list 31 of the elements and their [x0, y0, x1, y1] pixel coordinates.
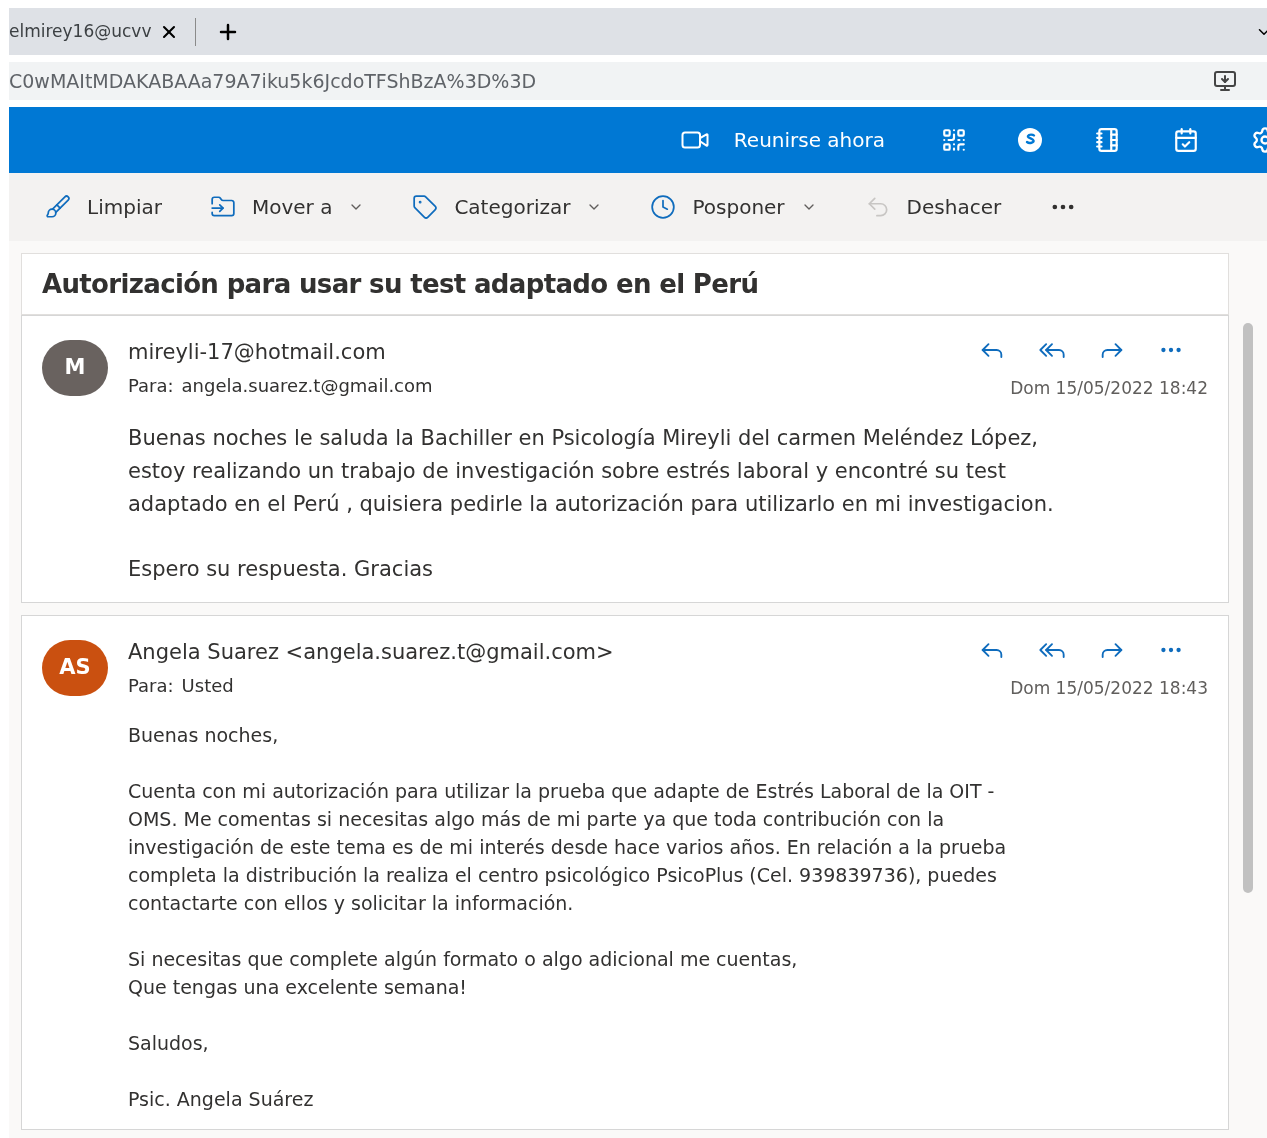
message-paragraph: Psic. Angela Suárez — [128, 1087, 315, 1112]
email-subject: Autorización para usar su test adaptado en el Perú — [42, 267, 759, 301]
toolbar-button[interactable]: Categorizar — [412, 192, 603, 222]
message-paragraph: Cuenta con mi autorización para utilizar la prueba que adapte de Estrés Laboral de la OIT - OMS. Me comentas si necesitas algo más de mi parte ya que toda contribución con la investigación de este tema es de mi interés desde hace varios años. En relación a la prueba completa la distribución la realiza el centro psicológico PsicoPlus (Cel. 939839736), puedes contactarte con ellos y solicitar la información. — [128, 779, 1008, 916]
message-paragraph: Buenas noches, — [128, 723, 280, 748]
install-icon[interactable] — [1213, 69, 1237, 93]
avatar: M — [42, 340, 108, 396]
message-paragraph: Saludos, — [128, 1031, 210, 1056]
message-paragraph: Buenas noches le saluda la Bachiller en Psicología Mireyli del carmen Meléndez López, estoy realizando un trabajo de investigación sobre estrés laboral y encontré su test adaptado en el Perú , quisiera pedirle la autorización para utilizarlo en mi investigacion. — [128, 424, 1055, 518]
browser-tab-title[interactable]: elmirey16@ucvv — [9, 18, 152, 45]
recipient: angela.suarez.t@gmail.com — [181, 374, 433, 398]
sender: Angela Suarez <angela.suarez.t@gmail.com> — [128, 638, 614, 666]
toolbar-button[interactable]: Limpiar — [45, 192, 162, 222]
toolbar-button[interactable]: Posponer — [650, 192, 817, 222]
message-paragraph: Espero su respuesta. Gracias — [128, 555, 435, 583]
message-paragraph: Si necesitas que complete algún formato o algo adicional me cuentas, Que tengas una excelente semana! — [128, 947, 799, 1000]
avatar: AS — [42, 639, 108, 696]
message-date: Dom 15/05/2022 18:43 — [1010, 676, 1208, 700]
meet-now-link[interactable]: Reunirse ahora — [733, 125, 885, 155]
sender: mireyli-17@hotmail.com — [128, 339, 387, 366]
recipient-label: Para: — [128, 673, 174, 698]
message-date: Dom 15/05/2022 18:42 — [1010, 377, 1208, 400]
calendar-check-icon[interactable] — [1173, 127, 1199, 153]
address-text: C0wMAItMDAKABAAa79A7iku5k6JcdoTFShBzA%3D%3D — [9, 68, 537, 94]
chat-bubble-icon[interactable] — [1017, 127, 1043, 153]
recipient: Usted — [181, 673, 234, 698]
toolbar-button[interactable]: Mover a — [209, 192, 365, 222]
notebook-icon[interactable] — [1095, 127, 1121, 153]
address-bar[interactable]: C0wMAItMDAKABAAa79A7iku5k6JcdoTFShBzA%3D%3D — [9, 62, 1267, 100]
qr-code-icon[interactable] — [941, 127, 967, 153]
recipient-label: Para: — [128, 374, 174, 398]
